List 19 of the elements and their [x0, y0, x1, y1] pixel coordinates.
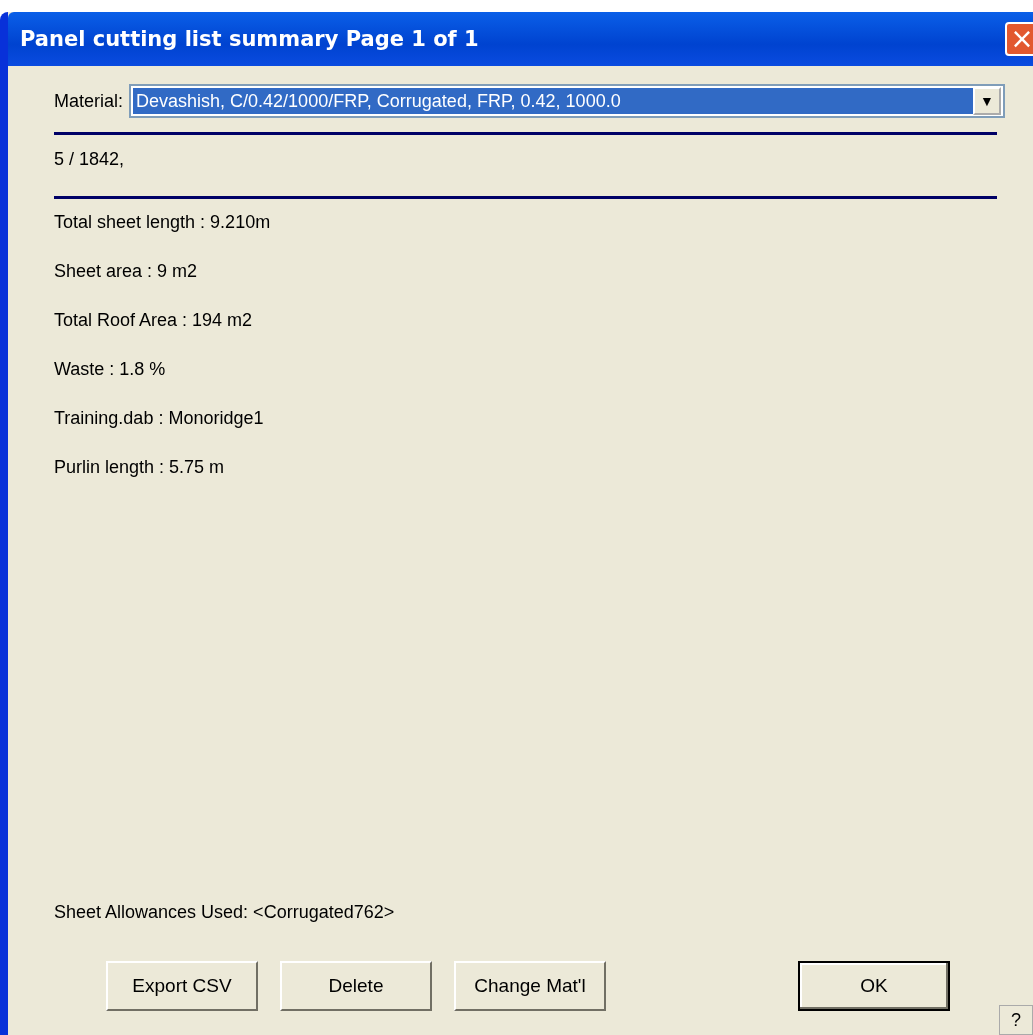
summary-line: Total Roof Area : 194 m2 [54, 309, 254, 332]
dialog-button[interactable]: OK [798, 961, 950, 1011]
dialog-button[interactable]: Change Mat'l [454, 961, 606, 1011]
window-title: Panel cutting list summary Page 1 of 1 [19, 27, 479, 51]
dialog-button[interactable]: Export CSV [106, 961, 258, 1011]
sheet-count-text: 5 / 1842, [54, 149, 126, 170]
summary-line: Waste : 1.8 % [54, 358, 167, 381]
material-value: Devashish, C/0.42/1000/FRP, Corrugated, FRP, 0.42, 1000.0 [133, 88, 973, 114]
dialog-button[interactable]: Delete [280, 961, 432, 1011]
dropdown-button[interactable]: ▼ [973, 87, 1001, 115]
close-button[interactable]: × [1005, 22, 1033, 56]
help-button[interactable]: ? [999, 1005, 1033, 1035]
summary-line: Training.dab : Monoridge1 [54, 407, 265, 430]
summary-line: Total sheet length : 9.210m [54, 211, 272, 234]
summary-line: Purlin length : 5.75 m [54, 456, 226, 479]
material-dropdown[interactable]: Devashish, C/0.42/1000/FRP, Corrugated, FRP, 0.42, 1000.0 ▼ [129, 84, 1005, 118]
summary-line: Sheet area : 9 m2 [54, 260, 199, 283]
material-label: Material: [54, 90, 124, 112]
allowances-text: Sheet Allowances Used: <Corrugated762> [54, 902, 396, 923]
